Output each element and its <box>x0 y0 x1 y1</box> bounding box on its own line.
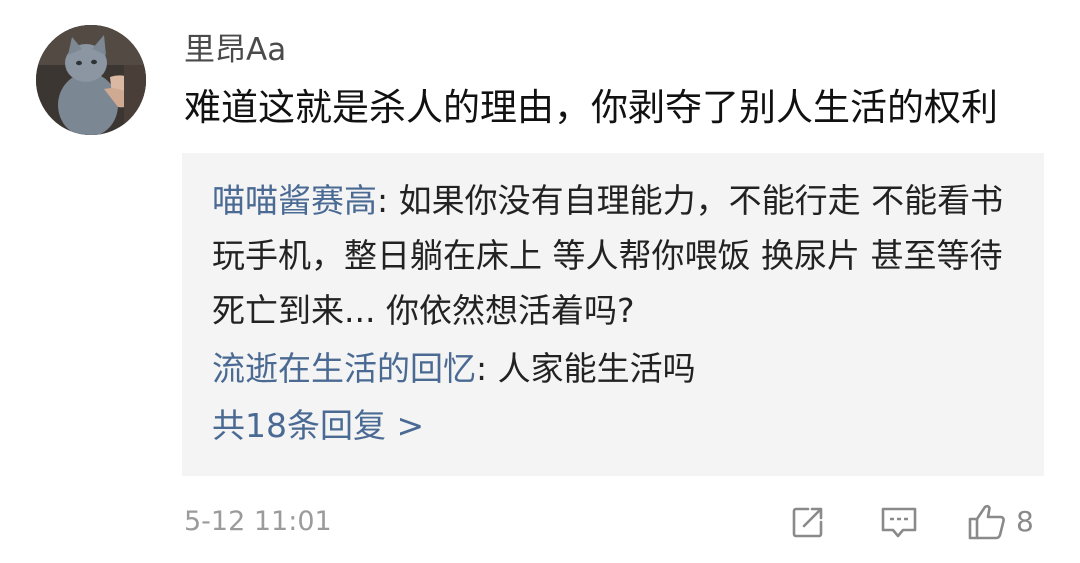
reply-author[interactable]: 流逝在生活的回忆 <box>212 349 476 388</box>
reply-separator: : <box>476 349 498 388</box>
avatar[interactable] <box>36 25 146 135</box>
reply-item[interactable]: 喵喵酱赛高: 如果你没有自理能力，不能行走 不能看书 玩手机，整日躺在床上 等人… <box>212 173 1014 338</box>
cat-avatar-image <box>36 25 146 135</box>
share-icon <box>792 507 823 538</box>
reply-author[interactable]: 喵喵酱赛高 <box>212 181 377 220</box>
comment-footer: 5-12 11:01 8 <box>184 500 1046 544</box>
comment-card: 里昂Aa 难道这就是杀人的理由，你剥夺了别人生活的权利 喵喵酱赛高: 如果你没有… <box>0 0 1080 563</box>
reply-item[interactable]: 流逝在生活的回忆: 人家能生活吗 <box>212 341 1014 396</box>
comment-icon <box>881 507 917 538</box>
like-count: 8 <box>1016 505 1034 538</box>
reply-text: 人家能生活吗 <box>497 349 696 388</box>
share-button[interactable] <box>788 502 828 542</box>
reply-separator: : <box>377 181 399 220</box>
replies-panel: 喵喵酱赛高: 如果你没有自理能力，不能行走 不能看书 玩手机，整日躺在床上 等人… <box>182 153 1044 476</box>
timestamp: 5-12 11:01 <box>184 506 332 537</box>
like-button[interactable]: 8 <box>966 502 1034 542</box>
username[interactable]: 里昂Aa <box>184 28 286 72</box>
comment-text: 难道这就是杀人的理由，你剥夺了别人生活的权利 <box>184 86 998 129</box>
view-more-replies-link[interactable]: 共18条回复 > <box>212 398 1014 453</box>
thumbs-up-icon <box>968 504 1005 540</box>
reply-button[interactable] <box>878 502 920 542</box>
